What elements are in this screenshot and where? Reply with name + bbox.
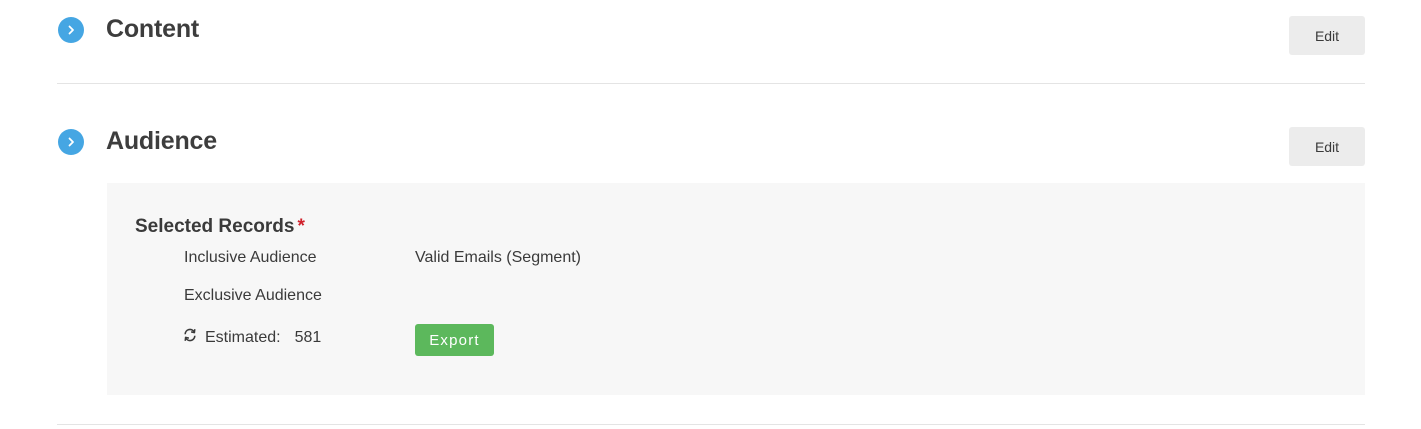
refresh-icon[interactable] (183, 328, 197, 342)
inclusive-audience-label: Inclusive Audience (184, 249, 317, 266)
section-divider (57, 424, 1365, 425)
chevron-right-icon (66, 25, 76, 35)
inclusive-audience-value: Valid Emails (Segment) (415, 249, 581, 266)
audience-edit-button[interactable]: Edit (1289, 127, 1365, 166)
content-section-title: Content (106, 15, 200, 43)
selected-records-heading: Selected Records * (135, 216, 305, 238)
exclusive-audience-label: Exclusive Audience (184, 287, 322, 304)
content-expand-toggle[interactable] (58, 17, 84, 43)
estimated-label: Estimated: (205, 329, 281, 346)
content-section: Content Edit (57, 0, 1365, 70)
campaign-summary-page: Content Edit Audience Edit Selected Reco… (0, 0, 1421, 429)
content-edit-button[interactable]: Edit (1289, 16, 1365, 55)
export-button[interactable]: Export (415, 324, 494, 356)
audience-section-title: Audience (106, 127, 217, 155)
estimated-count-row: Estimated: 581 (183, 328, 322, 347)
chevron-right-icon (66, 137, 76, 147)
audience-section: Audience Edit (57, 112, 1365, 182)
section-divider (57, 83, 1365, 84)
selected-records-label: Selected Records (135, 216, 295, 237)
audience-details-panel: Selected Records * Inclusive Audience Val… (107, 183, 1365, 395)
required-marker: * (297, 216, 305, 237)
estimated-count: 581 (294, 329, 322, 346)
audience-expand-toggle[interactable] (58, 129, 84, 155)
